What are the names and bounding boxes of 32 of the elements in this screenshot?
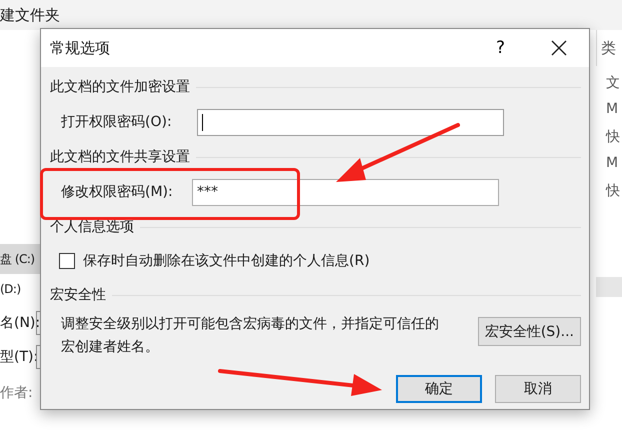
- checkbox-label[interactable]: 保存时自动删除在该文件中创建的个人信息(R): [83, 252, 370, 270]
- divider-bar: [596, 277, 622, 297]
- section-heading: 此文档的文件加密设置: [50, 78, 190, 96]
- ok-button[interactable]: 确定: [396, 375, 482, 403]
- macro-description: 调整安全级别以打开可能包含宏病毒的文件，并指定可信任的宏创建者姓名。: [61, 315, 440, 357]
- field-label: 打开权限密码(O):: [61, 113, 173, 131]
- field-label: 修改权限密码(M):: [61, 183, 174, 201]
- column-header[interactable]: 类: [601, 38, 616, 58]
- property-label: 快: [606, 182, 621, 201]
- property-label: M: [606, 101, 620, 119]
- cancel-button[interactable]: 取消: [495, 375, 581, 403]
- section-heading: 此文档的文件共享设置: [50, 148, 190, 166]
- property-label: 快: [606, 128, 621, 147]
- checkbox[interactable]: [59, 253, 75, 269]
- property-label: M: [606, 155, 620, 173]
- author-label: 作者:: [0, 384, 34, 402]
- text-caret: [202, 114, 203, 130]
- password-field[interactable]: ***: [192, 178, 499, 206]
- macro-security-button[interactable]: 宏安全性(S)...: [478, 317, 581, 346]
- field-label: 名(N):: [0, 314, 36, 332]
- nav-item[interactable]: 盘 (C:): [0, 244, 40, 274]
- nav-item[interactable]: (D:): [0, 274, 40, 304]
- dialog-title: 常规选项: [50, 38, 111, 58]
- toolbar-item[interactable]: 建文件夹: [0, 6, 60, 24]
- close-icon[interactable]: [551, 40, 567, 56]
- property-label: 文: [606, 74, 621, 93]
- field-label: 型(T):: [0, 348, 36, 366]
- password-field[interactable]: [197, 108, 504, 136]
- section-heading: 个人信息选项: [50, 218, 134, 236]
- password-value: ***: [197, 184, 218, 200]
- section-heading: 宏安全性: [50, 286, 106, 304]
- help-button[interactable]: ?: [496, 38, 505, 58]
